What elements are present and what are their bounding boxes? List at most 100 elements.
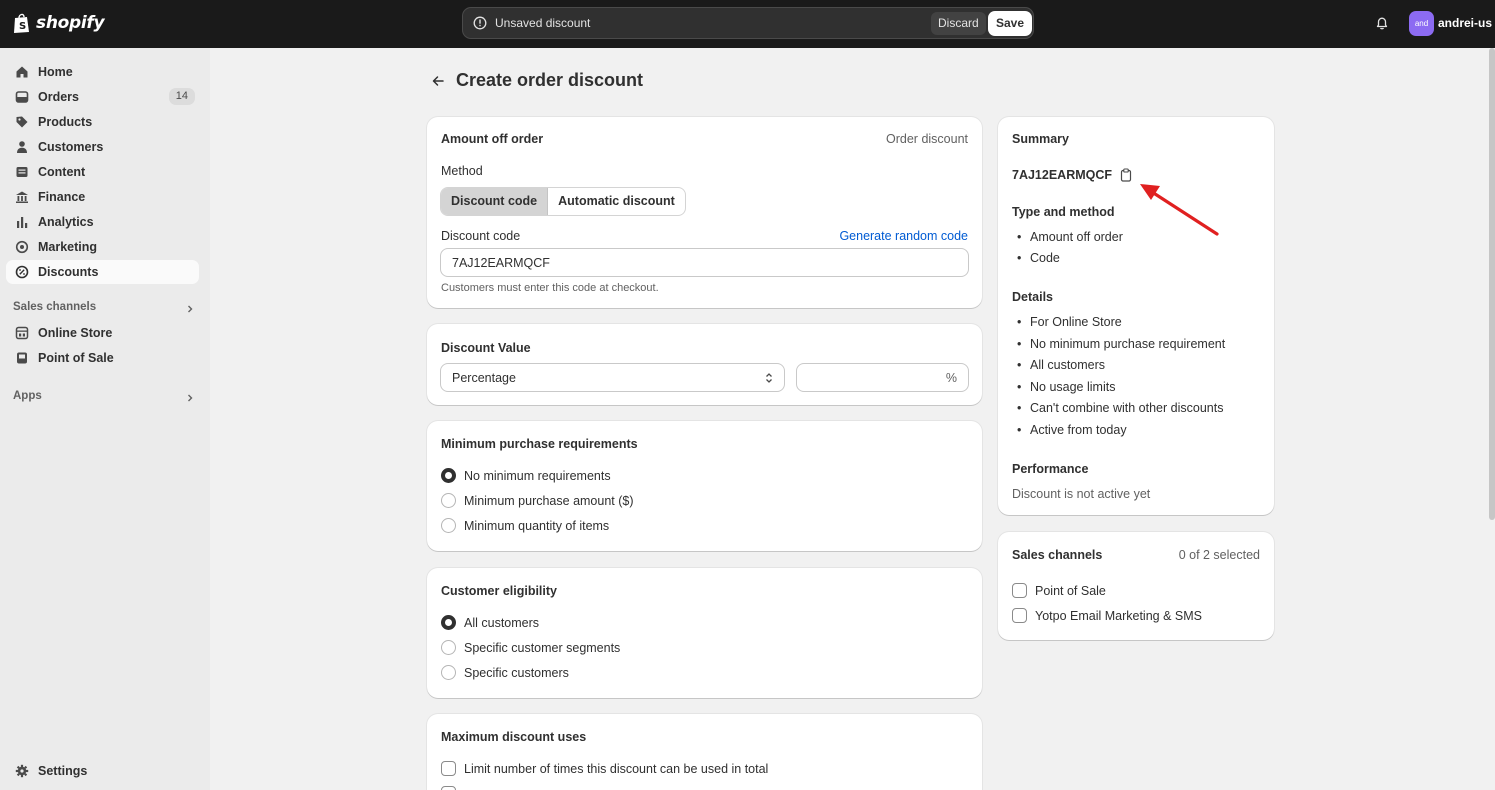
pos-icon (17, 352, 27, 364)
summary-type-item: Amount off order (1017, 230, 1123, 244)
back-arrow-icon[interactable] (430, 73, 446, 89)
customer-eligibility-card: Customer eligibility All customers Speci… (427, 568, 982, 698)
store-name[interactable]: andrei-us (1438, 16, 1492, 30)
sidebar-item-customers[interactable]: Customers (6, 135, 199, 159)
limit-total-uses-checkbox[interactable] (441, 761, 456, 776)
discount-code-value: 7AJ12EARMQCF (452, 256, 550, 270)
radio-label: Specific customer segments (464, 641, 621, 655)
card-title: Customer eligibility (441, 584, 557, 598)
selected-count: 0 of 2 selected (1178, 548, 1260, 562)
radio-specific-segments[interactable] (441, 640, 456, 655)
radio-specific-customers[interactable] (441, 665, 456, 680)
sidebar-item-label: Marketing (38, 240, 98, 254)
value-type-select[interactable]: Percentage (440, 363, 785, 392)
method-label: Method (441, 164, 483, 178)
value-amount-input[interactable]: % (796, 363, 969, 392)
sidebar-item-orders[interactable]: Orders 14 (6, 85, 199, 109)
discount-value-card: Discount Value Percentage % (427, 324, 982, 405)
bell-icon[interactable] (1374, 15, 1390, 31)
summary-detail-item: No minimum purchase requirement (1017, 337, 1225, 351)
method-segmented-control: Discount code Automatic discount (440, 187, 686, 216)
sidebar-item-label: Home (38, 65, 73, 79)
radio-label: All customers (464, 616, 540, 630)
sidebar-item-label: Point of Sale (38, 351, 114, 365)
sidebar-item-online-store[interactable]: Online Store (6, 321, 199, 345)
radio-minimum-quantity[interactable] (441, 518, 456, 533)
sidebar-item-products[interactable]: Products (6, 110, 199, 134)
sidebar-item-content[interactable]: Content (6, 160, 199, 184)
radio-minimum-amount[interactable] (441, 493, 456, 508)
brand-name: shopify (36, 13, 105, 33)
top-bar: S shopify Unsaved discount Discard Save … (0, 0, 1495, 48)
chevron-right-icon[interactable] (185, 393, 195, 403)
sidebar-item-finance[interactable]: Finance (6, 185, 199, 209)
maximum-uses-card: Maximum discount uses Limit number of ti… (427, 714, 982, 790)
summary-detail-item: For Online Store (1017, 315, 1122, 329)
svg-text:S: S (19, 21, 26, 32)
sidebar-item-label: Orders (38, 90, 79, 104)
sidebar-item-label: Finance (38, 190, 86, 204)
sidebar-item-discounts[interactable]: Discounts (6, 260, 199, 284)
radio-no-minimum[interactable] (441, 468, 456, 483)
automatic-discount-tab[interactable]: Automatic discount (548, 188, 685, 215)
apps-heading[interactable]: Apps (13, 390, 42, 402)
checkbox-label: Yotpo Email Marketing & SMS (1035, 609, 1202, 623)
sidebar-item-analytics[interactable]: Analytics (6, 210, 199, 234)
sidebar-item-home[interactable]: Home (6, 60, 199, 84)
orders-count-badge: 14 (168, 88, 195, 105)
sidebar-item-label: Settings (38, 764, 88, 778)
sidebar: Home Orders 14 Products Customers Conten… (0, 48, 210, 790)
checkbox-label: Limit number of times this discount can … (464, 762, 769, 776)
orders-icon (15, 91, 29, 103)
person-icon (17, 141, 27, 153)
radio-label: Minimum quantity of items (464, 519, 610, 533)
channel-checkbox-pos[interactable] (1012, 583, 1027, 598)
summary-code: 7AJ12EARMQCF (1012, 168, 1113, 182)
discount-code-input[interactable]: 7AJ12EARMQCF (440, 248, 969, 277)
sidebar-item-point-of-sale[interactable]: Point of Sale (6, 346, 199, 370)
sidebar-item-settings[interactable]: Settings (6, 759, 199, 783)
radio-label: Specific customers (464, 666, 569, 680)
limit-per-customer-checkbox[interactable] (441, 786, 456, 790)
sidebar-item-marketing[interactable]: Marketing (6, 235, 199, 259)
sidebar-item-label: Customers (38, 140, 104, 154)
card-title: Sales channels (1012, 548, 1103, 562)
select-arrows-icon (766, 373, 772, 383)
details-heading: Details (1012, 290, 1053, 304)
card-title: Amount off order (441, 132, 544, 146)
sales-channels-card: Sales channels 0 of 2 selected Point of … (998, 532, 1274, 640)
generate-random-code-link[interactable]: Generate random code (839, 229, 968, 243)
sidebar-item-label: Content (38, 165, 86, 179)
sidebar-item-label: Discounts (38, 265, 99, 279)
sidebar-item-label: Products (38, 115, 93, 129)
sidebar-item-label: Analytics (38, 215, 94, 229)
summary-detail-item: All customers (1017, 358, 1105, 372)
discount-code-tab[interactable]: Discount code (441, 188, 549, 215)
bank-icon (16, 191, 28, 203)
sales-channels-heading[interactable]: Sales channels (13, 301, 96, 313)
card-title: Discount Value (441, 341, 531, 355)
save-button[interactable]: Save (988, 11, 1033, 36)
card-title: Minimum purchase requirements (441, 437, 638, 451)
discard-button[interactable]: Discard (931, 12, 986, 35)
gear-icon (15, 764, 29, 778)
page-title: Create order discount (456, 70, 644, 90)
chevron-right-icon[interactable] (185, 304, 195, 314)
discount-code-help: Customers must enter this code at checko… (441, 282, 659, 294)
home-icon (16, 66, 28, 78)
channel-checkbox-yotpo[interactable] (1012, 608, 1027, 623)
avatar[interactable]: and (1409, 11, 1434, 36)
summary-title: Summary (1012, 132, 1069, 146)
discount-code-label: Discount code (441, 229, 521, 243)
alert-circle-icon (473, 16, 487, 30)
shopify-logo[interactable]: S shopify (13, 12, 105, 34)
performance-text: Discount is not active yet (1012, 487, 1151, 501)
discount-icon (15, 265, 29, 279)
type-method-heading: Type and method (1012, 205, 1115, 219)
scrollbar[interactable] (1489, 48, 1495, 520)
card-subtitle: Order discount (886, 132, 968, 146)
radio-all-customers[interactable] (441, 615, 456, 630)
method-card: Amount off order Order discount Method D… (427, 117, 982, 308)
summary-type-item: Code (1017, 251, 1060, 265)
card-title: Maximum discount uses (441, 730, 587, 744)
